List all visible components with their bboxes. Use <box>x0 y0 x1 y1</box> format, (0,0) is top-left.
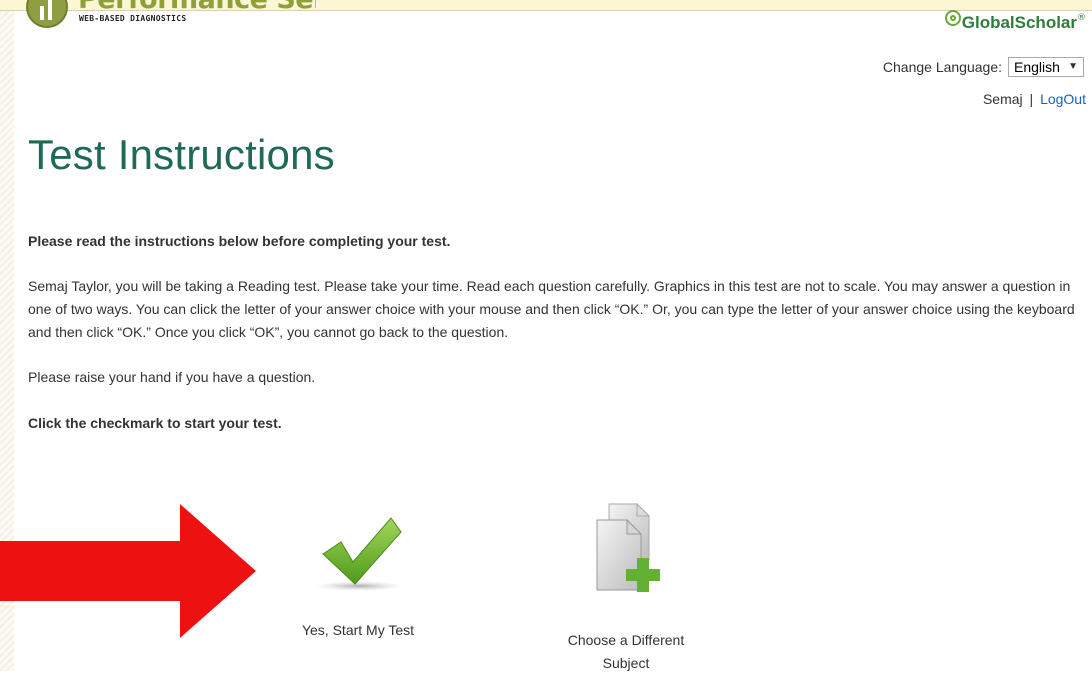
globalscholar-logo: GlobalScholar ® <box>944 10 1086 35</box>
instructions-intro: Please read the instructions below befor… <box>28 233 451 249</box>
brand-name: GlobalScholar <box>961 13 1077 32</box>
logo-name: Performance Series <box>78 0 316 15</box>
user-name: Semaj <box>982 91 1023 107</box>
add-document-icon <box>596 502 660 592</box>
user-info: Semaj | LogOut <box>983 91 1086 107</box>
start-prompt: Click the checkmark to start your test. <box>28 415 282 431</box>
checkmark-icon <box>315 517 403 591</box>
logout-link[interactable]: LogOut <box>1040 91 1086 107</box>
language-label: Change Language: <box>882 59 1002 75</box>
start-test-button[interactable]: Yes, Start My Test <box>288 506 428 642</box>
language-switcher: Change Language: English ▼ <box>883 57 1084 77</box>
question-note: Please raise your hand if you have a que… <box>28 369 316 385</box>
red-arrow-annotation <box>0 504 256 638</box>
brand-tm: ® <box>1077 13 1086 23</box>
language-selected-value: English <box>1014 59 1060 75</box>
chevron-down-icon: ▼ <box>1068 61 1078 72</box>
chart-logo-icon <box>26 0 68 28</box>
instructions-body: Semaj Taylor, you will be taking a Readi… <box>28 278 1075 340</box>
performance-series-logo: Performance Series® WEB-BASED DIAGNOSTIC… <box>16 0 316 30</box>
choose-subject-button[interactable]: Choose a Different Subject <box>556 498 696 675</box>
choose-subject-label-line2: Subject <box>602 655 650 671</box>
globalscholar-swirl-icon <box>944 10 961 26</box>
page-title: Test Instructions <box>28 131 335 178</box>
choose-subject-label-line1: Choose a Different <box>567 632 685 648</box>
logo-subtitle: WEB-BASED DIAGNOSTICS <box>79 14 187 23</box>
user-separator: | <box>1029 91 1034 107</box>
language-select[interactable]: English ▼ <box>1008 57 1084 77</box>
start-test-label: Yes, Start My Test <box>301 622 415 638</box>
